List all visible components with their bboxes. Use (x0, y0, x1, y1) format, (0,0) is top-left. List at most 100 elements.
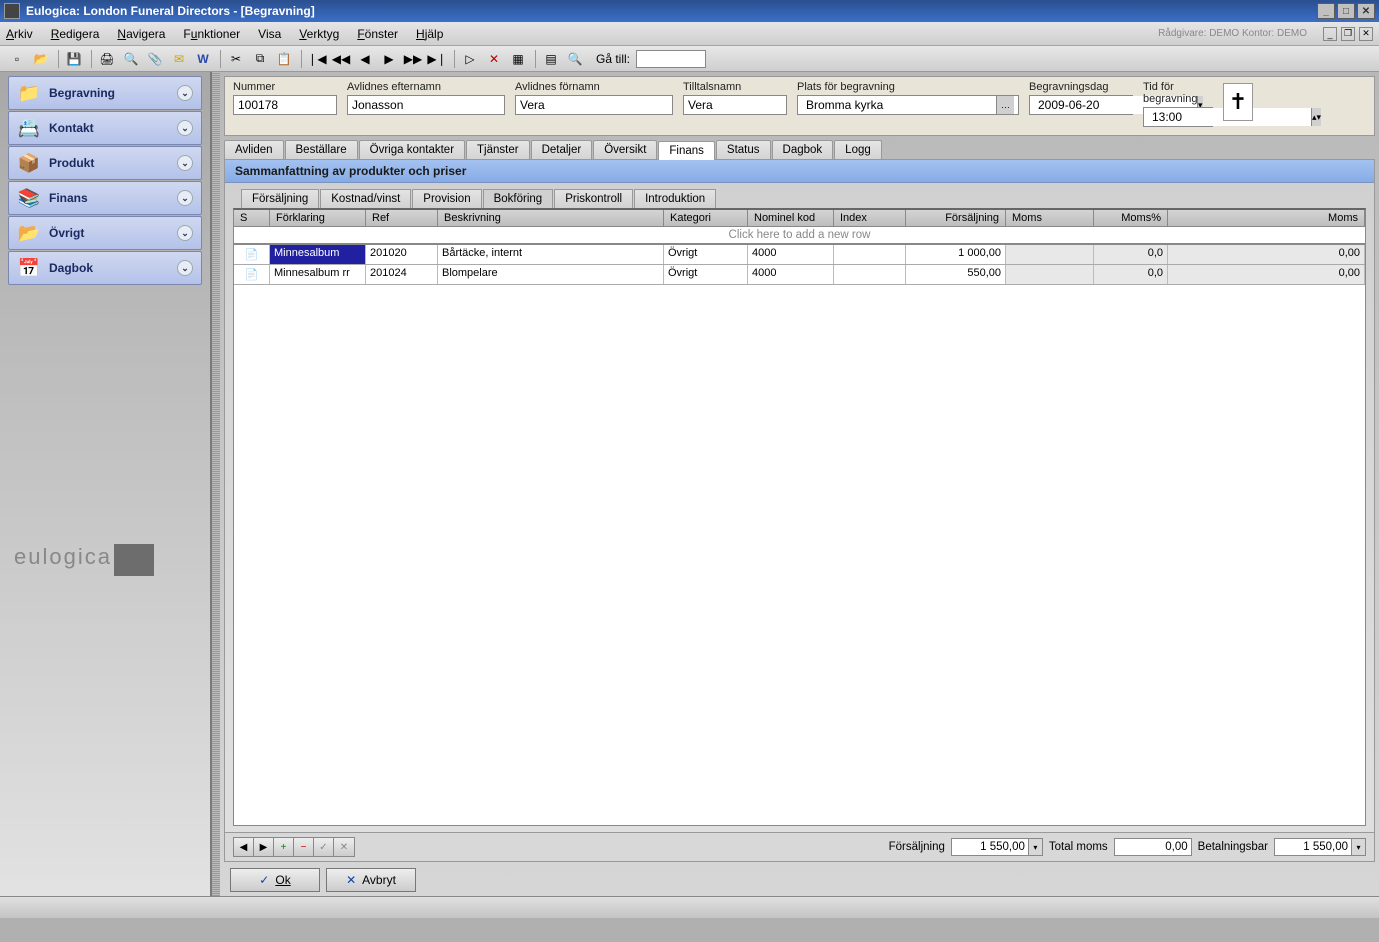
col-forklaring[interactable]: Förklaring (270, 210, 366, 227)
menu-navigera[interactable]: Navigera (117, 27, 165, 41)
attach-icon[interactable]: 📎 (144, 49, 166, 69)
ok-button[interactable]: ✓ Ok (230, 868, 320, 892)
row-commit-button[interactable]: ✓ (314, 838, 334, 856)
row-remove-button[interactable]: − (294, 838, 314, 856)
chevron-down-icon[interactable]: ▾ (1352, 838, 1366, 856)
cell-kategori[interactable]: Övrigt (664, 245, 748, 264)
col-index[interactable]: Index (834, 210, 906, 227)
cell-nominel[interactable]: 4000 (748, 265, 834, 284)
print-icon[interactable]: 🖨 (96, 49, 118, 69)
first-icon[interactable]: ❘◀ (306, 49, 328, 69)
word-icon[interactable]: W (192, 49, 214, 69)
mdi-restore-button[interactable]: ❐ (1341, 27, 1355, 41)
maximize-button[interactable]: □ (1337, 3, 1355, 19)
chevron-down-icon[interactable]: ⌄ (177, 155, 193, 171)
cell-momsp[interactable]: 0,0 (1094, 265, 1168, 284)
col-kategori[interactable]: Kategori (664, 210, 748, 227)
menu-hjalp[interactable]: Hjälp (416, 27, 443, 41)
menu-verktyg[interactable]: Verktyg (299, 27, 339, 41)
subtab-bokföring[interactable]: Bokföring (483, 189, 554, 208)
tab-översikt[interactable]: Översikt (593, 140, 657, 159)
row-next-button[interactable]: ▶ (254, 838, 274, 856)
tab-finans[interactable]: Finans (658, 141, 715, 160)
nummer-field[interactable] (233, 95, 337, 115)
tab-tjänster[interactable]: Tjänster (466, 140, 530, 159)
cell-ref[interactable]: 201020 (366, 245, 438, 264)
dag-combo[interactable]: ▾ (1029, 95, 1133, 115)
cell-forklaring[interactable]: Minnesalbum (270, 245, 366, 264)
menu-arkiv[interactable]: Arkiv (6, 27, 33, 41)
back-icon[interactable]: ◀ (354, 49, 376, 69)
cell-forsaljning[interactable]: 1 000,00 (906, 245, 1006, 264)
tilltals-field[interactable] (683, 95, 787, 115)
row-add-button[interactable]: + (274, 838, 294, 856)
subtab-försäljning[interactable]: Försäljning (241, 189, 319, 208)
chevron-down-icon[interactable]: ⌄ (177, 190, 193, 206)
menu-visa[interactable]: Visa (258, 27, 281, 41)
cell-nominel[interactable]: 4000 (748, 245, 834, 264)
cell-moms2[interactable]: 0,00 (1168, 245, 1365, 264)
cell-beskrivning[interactable]: Blompelare (438, 265, 664, 284)
cell-moms2[interactable]: 0,00 (1168, 265, 1365, 284)
paste-icon[interactable]: 📋 (273, 49, 295, 69)
col-nominel[interactable]: Nominel kod (748, 210, 834, 227)
mdi-minimize-button[interactable]: _ (1323, 27, 1337, 41)
menu-redigera[interactable]: Redigera (51, 27, 100, 41)
cancel-button[interactable]: ✕ Avbryt (326, 868, 416, 892)
chevron-down-icon[interactable]: ⌄ (177, 85, 193, 101)
col-s[interactable]: S (234, 210, 270, 227)
sidebar-item-ovrigt[interactable]: 📂 Övrigt ⌄ (8, 216, 202, 250)
forward-icon[interactable]: ▶ (378, 49, 400, 69)
plats-combo[interactable]: … (797, 95, 1019, 115)
open-icon[interactable]: 📂 (30, 49, 52, 69)
cell-forklaring[interactable]: Minnesalbum rr (270, 265, 366, 284)
spinner-icon[interactable]: ▴▾ (1311, 108, 1321, 126)
fastfwd-icon[interactable]: ▶▶ (402, 49, 424, 69)
fornamn-field[interactable] (515, 95, 673, 115)
tab-avliden[interactable]: Avliden (224, 140, 284, 159)
table-row[interactable]: 📄Minnesalbum rr201024BlompelareÖvrigt400… (234, 265, 1365, 285)
copy-icon[interactable]: ⧉ (249, 49, 271, 69)
subtab-introduktion[interactable]: Introduktion (634, 189, 716, 208)
tab-övriga-kontakter[interactable]: Övriga kontakter (359, 140, 465, 159)
col-moms2[interactable]: Moms (1168, 210, 1365, 227)
sidebar-item-dagbok[interactable]: 📅 Dagbok ⌄ (8, 251, 202, 285)
cell-moms[interactable] (1006, 245, 1094, 264)
ellipsis-icon[interactable]: … (996, 96, 1014, 114)
tab-status[interactable]: Status (716, 140, 771, 159)
cell-momsp[interactable]: 0,0 (1094, 245, 1168, 264)
subtab-kostnad-vinst[interactable]: Kostnad/vinst (320, 189, 411, 208)
tab-detaljer[interactable]: Detaljer (531, 140, 593, 159)
delete-icon[interactable]: ✕ (483, 49, 505, 69)
search-icon[interactable]: 🔍 (564, 49, 586, 69)
tab-dagbok[interactable]: Dagbok (772, 140, 834, 159)
cell-index[interactable] (834, 245, 906, 264)
row-prev-button[interactable]: ◀ (234, 838, 254, 856)
chevron-down-icon[interactable]: ⌄ (177, 225, 193, 241)
col-beskrivning[interactable]: Beskrivning (438, 210, 664, 227)
cell-ref[interactable]: 201024 (366, 265, 438, 284)
tab-beställare[interactable]: Beställare (285, 140, 358, 159)
fastback-icon[interactable]: ◀◀ (330, 49, 352, 69)
preview-icon[interactable]: 🔍 (120, 49, 142, 69)
col-ref[interactable]: Ref (366, 210, 438, 227)
cut-icon[interactable]: ✂ (225, 49, 247, 69)
run-icon[interactable]: ▷ (459, 49, 481, 69)
efternamn-field[interactable] (347, 95, 505, 115)
minimize-button[interactable]: _ (1317, 3, 1335, 19)
subtab-priskontroll[interactable]: Priskontroll (554, 189, 633, 208)
col-forsaljning[interactable]: Försäljning (906, 210, 1006, 227)
grid-icon[interactable]: ▦ (507, 49, 529, 69)
new-icon[interactable]: ▫ (6, 49, 28, 69)
cell-index[interactable] (834, 265, 906, 284)
menu-funktioner[interactable]: Funktioner (183, 27, 240, 41)
sidebar-item-finans[interactable]: 📚 Finans ⌄ (8, 181, 202, 215)
sidebar-item-kontakt[interactable]: 📇 Kontakt ⌄ (8, 111, 202, 145)
cell-kategori[interactable]: Övrigt (664, 265, 748, 284)
last-icon[interactable]: ▶❘ (426, 49, 448, 69)
save-icon[interactable]: 💾 (63, 49, 85, 69)
chevron-down-icon[interactable]: ⌄ (177, 260, 193, 276)
chevron-down-icon[interactable]: ▾ (1029, 838, 1043, 856)
row-cancel-button[interactable]: ✕ (334, 838, 354, 856)
close-button[interactable]: ✕ (1357, 3, 1375, 19)
